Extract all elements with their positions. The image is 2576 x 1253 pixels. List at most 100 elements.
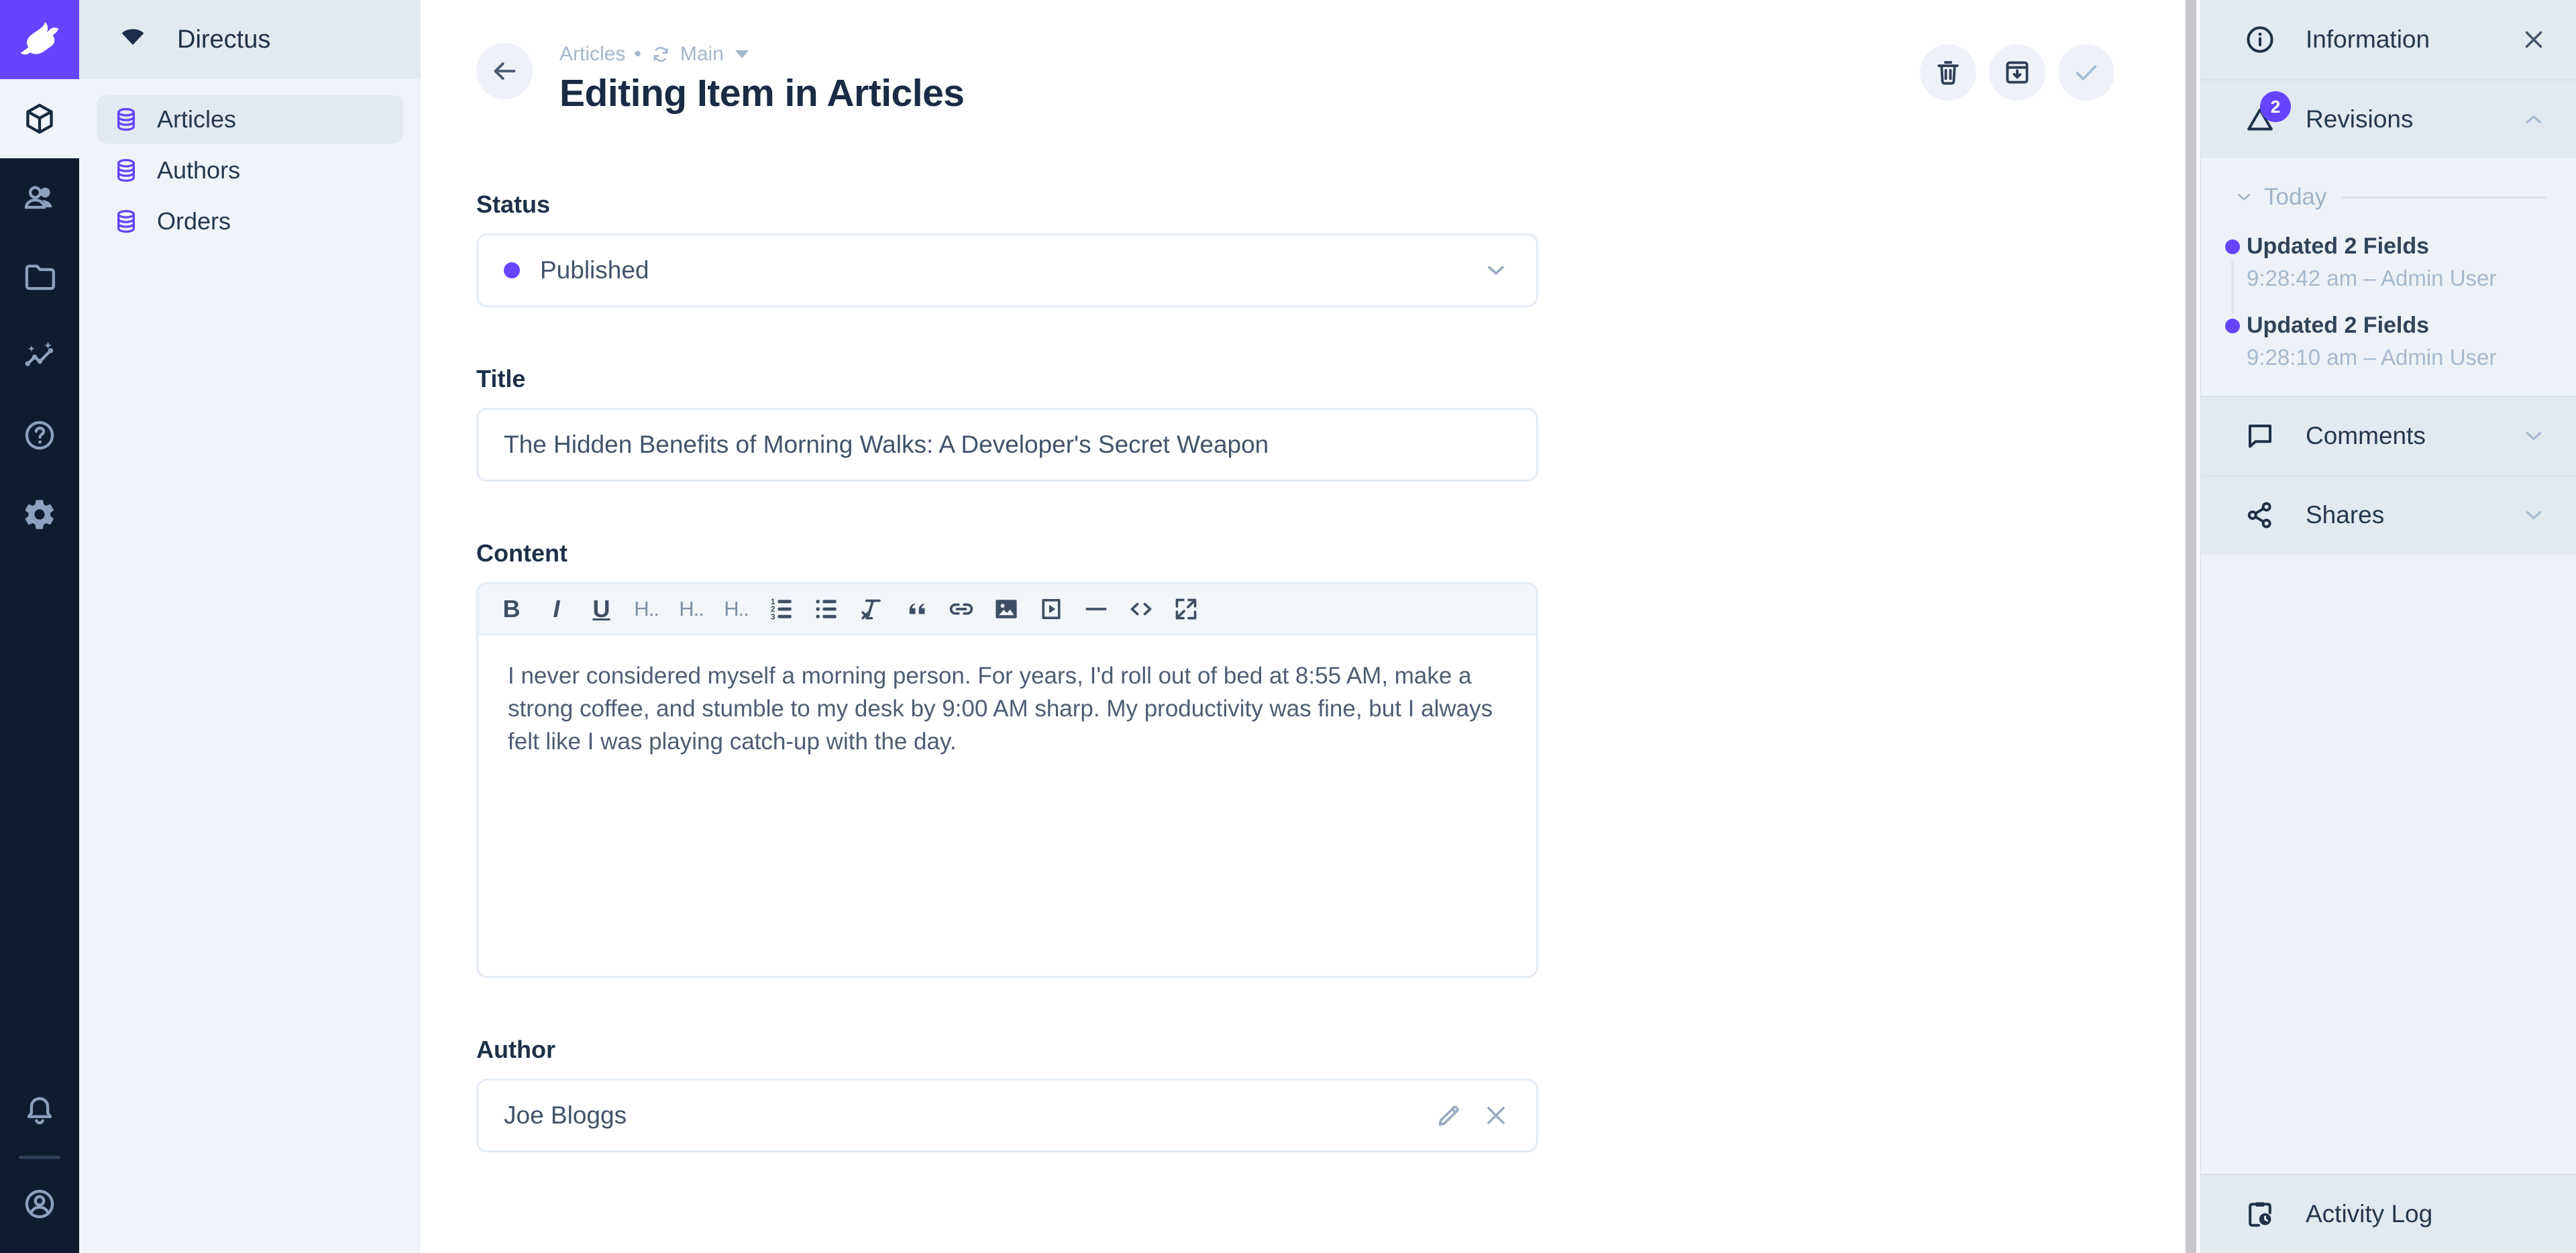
expand-shares-button[interactable] <box>2520 501 2548 529</box>
item-form: Status Published Title The Hidden Benefi… <box>476 190 1538 1152</box>
project-name: Directus <box>177 25 270 54</box>
link-icon <box>947 594 976 624</box>
nav-item-label: Authors <box>157 156 240 184</box>
sidebar-section-comments[interactable]: Comments <box>2201 396 2576 475</box>
breadcrumb-collection-link[interactable]: Articles <box>559 43 625 66</box>
module-content[interactable] <box>0 79 79 158</box>
bullet-list-button[interactable] <box>804 588 849 630</box>
activity-log-icon <box>2244 1198 2276 1230</box>
edit-pencil-icon[interactable] <box>1434 1101 1464 1130</box>
horizontal-rule-button[interactable] <box>1073 588 1118 630</box>
code-button[interactable] <box>1118 588 1163 630</box>
account-circle-icon <box>22 1187 57 1221</box>
field-status: Status Published <box>476 190 1538 307</box>
revision-entry[interactable]: Updated 2 Fields 9:28:42 am – Admin User <box>2201 233 2576 291</box>
chevron-down-icon <box>2520 422 2548 450</box>
wysiwyg-editor: B I U H.. H.. H.. 123 <box>476 582 1538 978</box>
back-button[interactable] <box>476 43 533 99</box>
directus-logo[interactable] <box>0 0 79 79</box>
sidebar-section-activity-log[interactable]: Activity Log <box>2201 1174 2576 1253</box>
nav-item-label: Articles <box>157 105 236 133</box>
close-sidebar-button[interactable] <box>2520 25 2548 54</box>
nav-item-authors[interactable]: Authors <box>97 146 403 195</box>
media-button[interactable] <box>1028 588 1073 630</box>
status-dot-icon <box>504 262 520 278</box>
ordered-list-button[interactable]: 123 <box>759 588 804 630</box>
breadcrumb: Articles • Main <box>559 43 964 66</box>
comment-icon <box>2244 420 2276 452</box>
italic-button[interactable]: I <box>534 588 579 630</box>
collapse-revisions-button[interactable] <box>2520 105 2548 133</box>
content-cube-icon <box>22 101 57 136</box>
status-select[interactable]: Published <box>476 233 1538 307</box>
status-label: Status <box>476 190 1538 219</box>
bullet-list-icon <box>812 594 841 624</box>
module-files[interactable] <box>0 237 79 317</box>
revision-dot-icon <box>2225 239 2240 254</box>
user-menu-button[interactable] <box>0 1164 79 1244</box>
information-title: Information <box>2306 25 2430 54</box>
trash-icon <box>1933 57 1964 88</box>
rabbit-icon <box>17 17 62 62</box>
revision-entry[interactable]: Updated 2 Fields 9:28:10 am – Admin User <box>2201 313 2576 370</box>
clear-format-button[interactable] <box>849 588 894 630</box>
image-button[interactable] <box>983 588 1028 630</box>
clear-format-icon <box>857 594 886 624</box>
deselect-x-icon[interactable] <box>1481 1101 1511 1130</box>
module-bar-bottom <box>0 1071 79 1244</box>
video-icon <box>1036 594 1066 624</box>
title-input[interactable]: The Hidden Benefits of Morning Walks: A … <box>476 408 1538 482</box>
chevron-down-icon <box>2520 501 2548 529</box>
module-bar-divider <box>19 1156 60 1159</box>
sidebar-filler <box>2201 554 2576 1174</box>
module-insights[interactable] <box>0 317 79 396</box>
module-bar <box>0 0 79 1253</box>
image-icon <box>991 594 1021 624</box>
heading3-button[interactable]: H.. <box>714 588 759 630</box>
field-title: Title The Hidden Benefits of Morning Wal… <box>476 365 1538 482</box>
horizontal-rule-icon <box>1081 594 1111 624</box>
revisions-count-badge: 2 <box>2260 91 2291 122</box>
delete-button[interactable] <box>1920 44 1976 101</box>
help-icon <box>22 418 57 453</box>
module-help[interactable] <box>0 396 79 475</box>
activity-log-title: Activity Log <box>2306 1200 2432 1228</box>
expand-comments-button[interactable] <box>2520 422 2548 450</box>
nav-item-articles[interactable]: Articles <box>97 95 403 144</box>
heading2-button[interactable]: H.. <box>669 588 714 630</box>
underline-glyph: U <box>593 595 610 623</box>
link-button[interactable] <box>938 588 983 630</box>
breadcrumb-separator: • <box>634 43 641 66</box>
editor-body[interactable]: I never considered myself a morning pers… <box>478 635 1536 976</box>
revision-meta: 9:28:42 am – Admin User <box>2247 266 2576 291</box>
save-button[interactable] <box>2058 44 2114 101</box>
sidebar-section-revisions[interactable]: 2 Revisions <box>2201 79 2576 158</box>
module-users[interactable] <box>0 158 79 237</box>
nav-item-orders[interactable]: Orders <box>97 197 403 246</box>
breadcrumb-version[interactable]: Main <box>680 43 724 66</box>
database-icon <box>113 208 140 235</box>
revisions-group-today[interactable]: Today <box>2201 182 2576 212</box>
share-icon <box>2244 499 2276 531</box>
bold-button[interactable]: B <box>489 588 534 630</box>
version-caret-icon[interactable] <box>735 50 749 58</box>
underline-button[interactable]: U <box>579 588 624 630</box>
main-scrollbar[interactable] <box>2186 0 2196 1253</box>
header-actions <box>1920 44 2114 101</box>
sidebar-section-shares[interactable]: Shares <box>2201 475 2576 554</box>
shares-title: Shares <box>2306 501 2384 529</box>
heading2-glyph: H.. <box>679 597 704 621</box>
module-settings[interactable] <box>0 475 79 554</box>
folder-icon <box>22 260 57 294</box>
blockquote-button[interactable] <box>894 588 938 630</box>
archive-button[interactable] <box>1989 44 2045 101</box>
sidebar-section-information[interactable]: Information <box>2201 0 2576 79</box>
revision-title: Updated 2 Fields <box>2247 233 2576 260</box>
field-content: Content B I U H.. H.. H.. 123 <box>476 539 1538 978</box>
people-icon <box>22 180 57 215</box>
heading1-button[interactable]: H.. <box>624 588 669 630</box>
revisions-list: Today Updated 2 Fields 9:28:42 am – Admi… <box>2201 158 2576 396</box>
notifications-button[interactable] <box>0 1071 79 1150</box>
project-switcher[interactable]: Directus <box>79 0 421 79</box>
fullscreen-button[interactable] <box>1163 588 1208 630</box>
